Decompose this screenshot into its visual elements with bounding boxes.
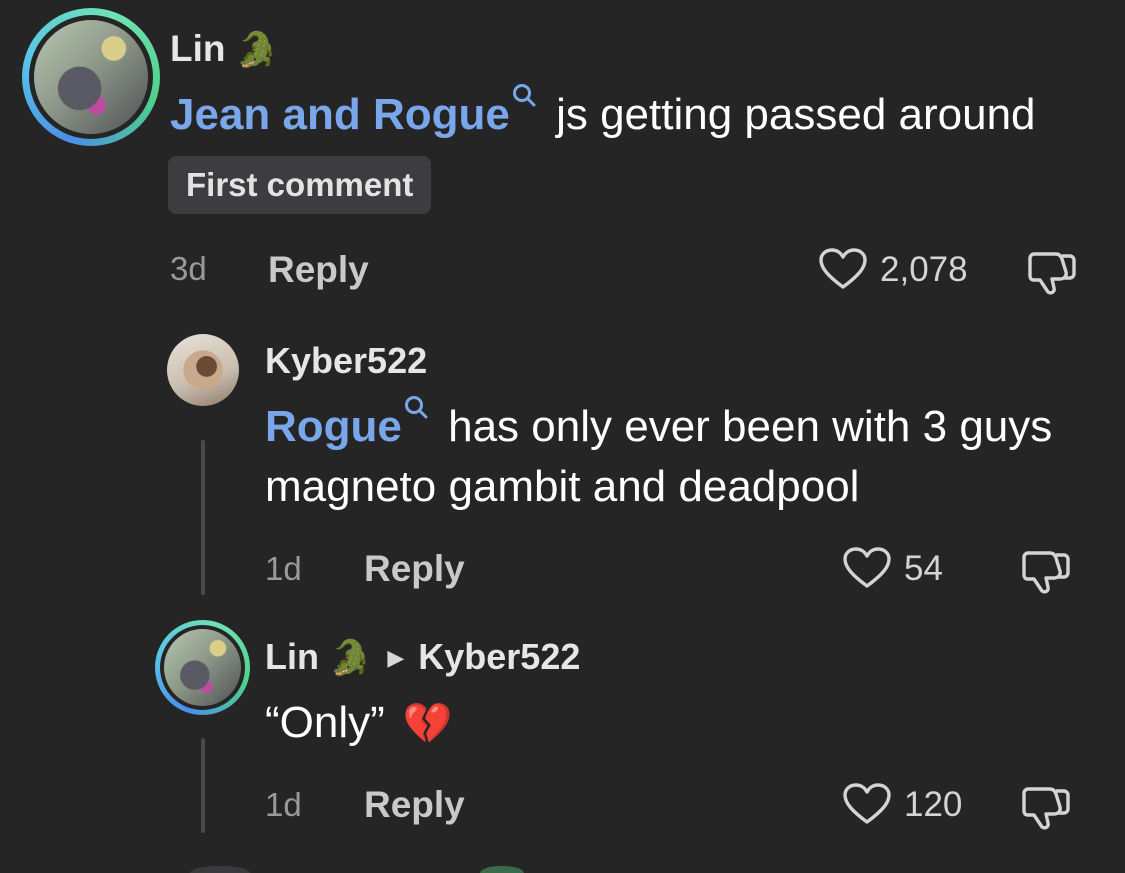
- reply-button[interactable]: Reply: [364, 550, 465, 587]
- comment-username[interactable]: Lin 🐊: [170, 30, 278, 67]
- comment-time: 3d: [170, 250, 207, 287]
- comments-panel: Lin 🐊 Jean and Rogue js getting passed ar…: [0, 0, 1125, 873]
- search-icon: [404, 396, 428, 419]
- reply-arrow-icon: ▶: [387, 645, 405, 670]
- heart-icon: [843, 783, 891, 824]
- thread-line: [201, 440, 205, 595]
- crocodile-emoji: 🐊: [328, 639, 372, 677]
- like-count: 2,078: [880, 249, 968, 289]
- crocodile-emoji: 🐊: [235, 31, 278, 69]
- next-avatar-peek: [190, 866, 250, 873]
- thread-line: [201, 738, 205, 833]
- avatar-kyber522[interactable]: [167, 334, 239, 406]
- mention-link[interactable]: Jean and Rogue: [170, 90, 510, 139]
- reply-button[interactable]: Reply: [268, 251, 369, 288]
- like-button[interactable]: 120: [842, 782, 962, 826]
- comment-text: Jean and Rogue js getting passed around: [170, 84, 1110, 145]
- avatar-lin[interactable]: [22, 8, 160, 146]
- comment-time: 1d: [265, 550, 302, 587]
- reply-to-username[interactable]: Kyber522: [418, 636, 580, 677]
- like-button[interactable]: 2,078: [818, 247, 968, 291]
- comment-username[interactable]: Kyber522: [265, 343, 427, 379]
- avatar-lin[interactable]: [155, 620, 250, 715]
- next-emoji-peek: [480, 866, 524, 873]
- like-button[interactable]: 54: [842, 546, 943, 590]
- broken-heart-emoji: 💔: [402, 702, 453, 746]
- search-icon: [512, 84, 536, 107]
- dislike-icon[interactable]: [1020, 547, 1072, 595]
- comment-text: “Only” 💔: [265, 698, 453, 747]
- reply-button[interactable]: Reply: [364, 786, 465, 823]
- comment-time: 1d: [265, 786, 302, 823]
- like-count: 54: [904, 548, 943, 588]
- dislike-icon[interactable]: [1026, 248, 1078, 296]
- comment-text: Rogue has only ever been with 3 guys mag…: [265, 396, 1065, 517]
- heart-icon: [819, 248, 867, 289]
- comment-username[interactable]: Lin 🐊 ▶ Kyber522: [265, 636, 580, 677]
- mention-link[interactable]: Rogue: [265, 402, 402, 451]
- dislike-icon[interactable]: [1020, 783, 1072, 831]
- first-comment-badge: First comment: [168, 156, 432, 214]
- like-count: 120: [904, 784, 963, 824]
- heart-icon: [843, 547, 891, 588]
